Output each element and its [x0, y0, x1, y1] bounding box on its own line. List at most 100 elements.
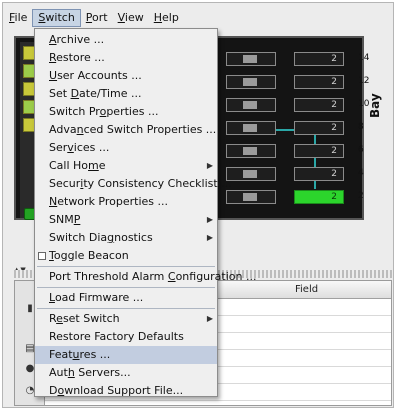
- menu-item-text: onfiguration ...: [175, 270, 257, 283]
- menu-item-mnemonic: P: [73, 213, 81, 226]
- menu-item-snmp[interactable]: SNMP ▶: [35, 211, 217, 229]
- menu-item-services[interactable]: Services ...: [35, 139, 217, 157]
- port[interactable]: [226, 167, 276, 181]
- menu-item-set-date-time[interactable]: Set Date/Time ...: [35, 85, 217, 103]
- port[interactable]: 2: [294, 75, 344, 89]
- menu-item-features[interactable]: Features ...: [35, 346, 217, 364]
- menu-item-auth-servers[interactable]: Auth Servers...: [35, 364, 217, 382]
- menu-item-restore-factory-defaults[interactable]: Restore Factory Defaults: [35, 328, 217, 346]
- port-label: 2: [331, 169, 337, 179]
- menu-switch[interactable]: Switch: [32, 9, 81, 27]
- menu-item-text: ser Accounts ...: [57, 69, 142, 82]
- menu-item-security-consistency-checklist[interactable]: Security Consistency Checklist ...: [35, 175, 232, 193]
- menu-item-text: Ser: [49, 141, 68, 154]
- menu-help-label: elp: [162, 11, 179, 24]
- port-row: 22: [222, 188, 364, 208]
- row-number: 8: [358, 122, 364, 132]
- menu-item-text: ate/Time ...: [79, 87, 142, 100]
- menu-item-text: SNM: [49, 213, 74, 226]
- menu-view[interactable]: View: [113, 9, 149, 27]
- port-row: 2 14: [222, 50, 369, 70]
- menu-item-text: Secur: [49, 177, 81, 190]
- row-number: 2: [358, 191, 364, 201]
- menu-item-text: Call Ho: [49, 159, 89, 172]
- menu-separator: [37, 287, 215, 288]
- port[interactable]: [226, 52, 276, 66]
- menu-item-switch-properties[interactable]: Switch Properties ...: [35, 103, 217, 121]
- port[interactable]: 2: [294, 144, 344, 158]
- menu-item-archive[interactable]: Archive ...: [35, 31, 217, 49]
- port[interactable]: 2: [294, 52, 344, 66]
- port-row: 2 10: [222, 96, 369, 116]
- menu-item-reset-switch[interactable]: Reset Switch ▶: [35, 310, 217, 328]
- port[interactable]: [226, 190, 276, 204]
- menu-help[interactable]: Help: [149, 9, 184, 27]
- menu-item-mnemonic: u: [72, 348, 80, 361]
- row-number: 12: [358, 76, 370, 86]
- menu-item-port-threshold-alarm-configuration[interactable]: Port Threshold Alarm Configuration ...: [35, 268, 256, 286]
- port-row: 28: [222, 119, 364, 139]
- port[interactable]: [226, 121, 276, 135]
- port-plug-icon: [243, 101, 257, 109]
- menu-item-advanced-switch-properties[interactable]: Advanced Switch Properties ...: [35, 121, 217, 139]
- port-plug-icon: [243, 78, 257, 86]
- port[interactable]: [226, 75, 276, 89]
- menu-item-text: ices ...: [73, 141, 110, 154]
- submenu-arrow-icon: ▶: [206, 233, 213, 242]
- bay-label: Bay: [368, 93, 382, 118]
- menu-item-text: wnload Support File...: [64, 384, 184, 397]
- menu-file-label: ile: [14, 11, 28, 24]
- menu-item-text: oggle Beacon: [53, 249, 129, 262]
- menu-port[interactable]: Port: [81, 9, 113, 27]
- port-active[interactable]: 2: [294, 190, 344, 204]
- menu-view-mnemonic: V: [117, 11, 125, 24]
- menu-item-text: Servers...: [74, 366, 131, 379]
- menu-item-toggle-beacon[interactable]: Toggle Beacon: [35, 247, 217, 265]
- port-label: 2: [331, 100, 337, 110]
- menu-item-network-properties[interactable]: Network Properties ...: [35, 193, 217, 211]
- submenu-arrow-icon: ▶: [206, 314, 213, 323]
- menu-item-restore[interactable]: Restore ...: [35, 49, 217, 67]
- port-label: 2: [331, 146, 337, 156]
- menu-item-call-home[interactable]: Call Home ▶: [35, 157, 217, 175]
- menu-item-mnemonic: N: [49, 195, 58, 208]
- column-header-field[interactable]: Field: [295, 284, 318, 295]
- menu-separator: [37, 308, 215, 309]
- port[interactable]: [226, 144, 276, 158]
- menu-item-text: Switch Pr: [49, 105, 100, 118]
- port[interactable]: [226, 98, 276, 112]
- menu-item-mnemonic: e: [56, 312, 63, 325]
- checkbox-icon[interactable]: [38, 252, 46, 260]
- menu-item-mnemonic: D: [70, 87, 80, 100]
- menu-item-text: Switch Dia: [49, 231, 108, 244]
- port[interactable]: 2: [294, 121, 344, 135]
- menu-item-text: Port Threshold Alarm: [49, 270, 168, 283]
- menu-separator: [37, 266, 215, 267]
- menu-item-load-firmware[interactable]: Load Firmware ...: [35, 289, 217, 307]
- row-number: 4: [358, 168, 364, 178]
- menu-item-text: set Switch: [62, 312, 120, 325]
- menubar: File Switch Port View Help: [4, 8, 392, 28]
- menu-item-text: e: [98, 159, 106, 172]
- port[interactable]: 2: [294, 98, 344, 112]
- menu-help-mnemonic: H: [153, 11, 163, 24]
- row-number: 6: [358, 145, 364, 155]
- port-row: 26: [222, 142, 364, 162]
- menu-item-text: Restore Factory Defaults: [49, 330, 184, 343]
- port-row: 24: [222, 165, 364, 185]
- row-number: 14: [358, 53, 370, 63]
- menu-port-label: ort: [92, 11, 108, 24]
- menu-item-download-support-file[interactable]: Download Support File...: [35, 382, 217, 400]
- menu-item-text: perties ...: [106, 105, 159, 118]
- port[interactable]: 2: [294, 167, 344, 181]
- port-label: 2: [331, 54, 337, 64]
- port-plug-icon: [243, 55, 257, 63]
- menu-item-text: Aut: [49, 366, 68, 379]
- menu-item-text: Feat: [49, 348, 73, 361]
- menu-file[interactable]: File: [4, 9, 32, 27]
- menu-item-switch-diagnostics[interactable]: Switch Diagnostics ▶: [35, 229, 217, 247]
- menu-item-user-accounts[interactable]: User Accounts ...: [35, 67, 217, 85]
- port-label: 2: [331, 77, 337, 87]
- port-label: 2: [331, 192, 337, 202]
- menu-item-mnemonic: U: [49, 69, 58, 82]
